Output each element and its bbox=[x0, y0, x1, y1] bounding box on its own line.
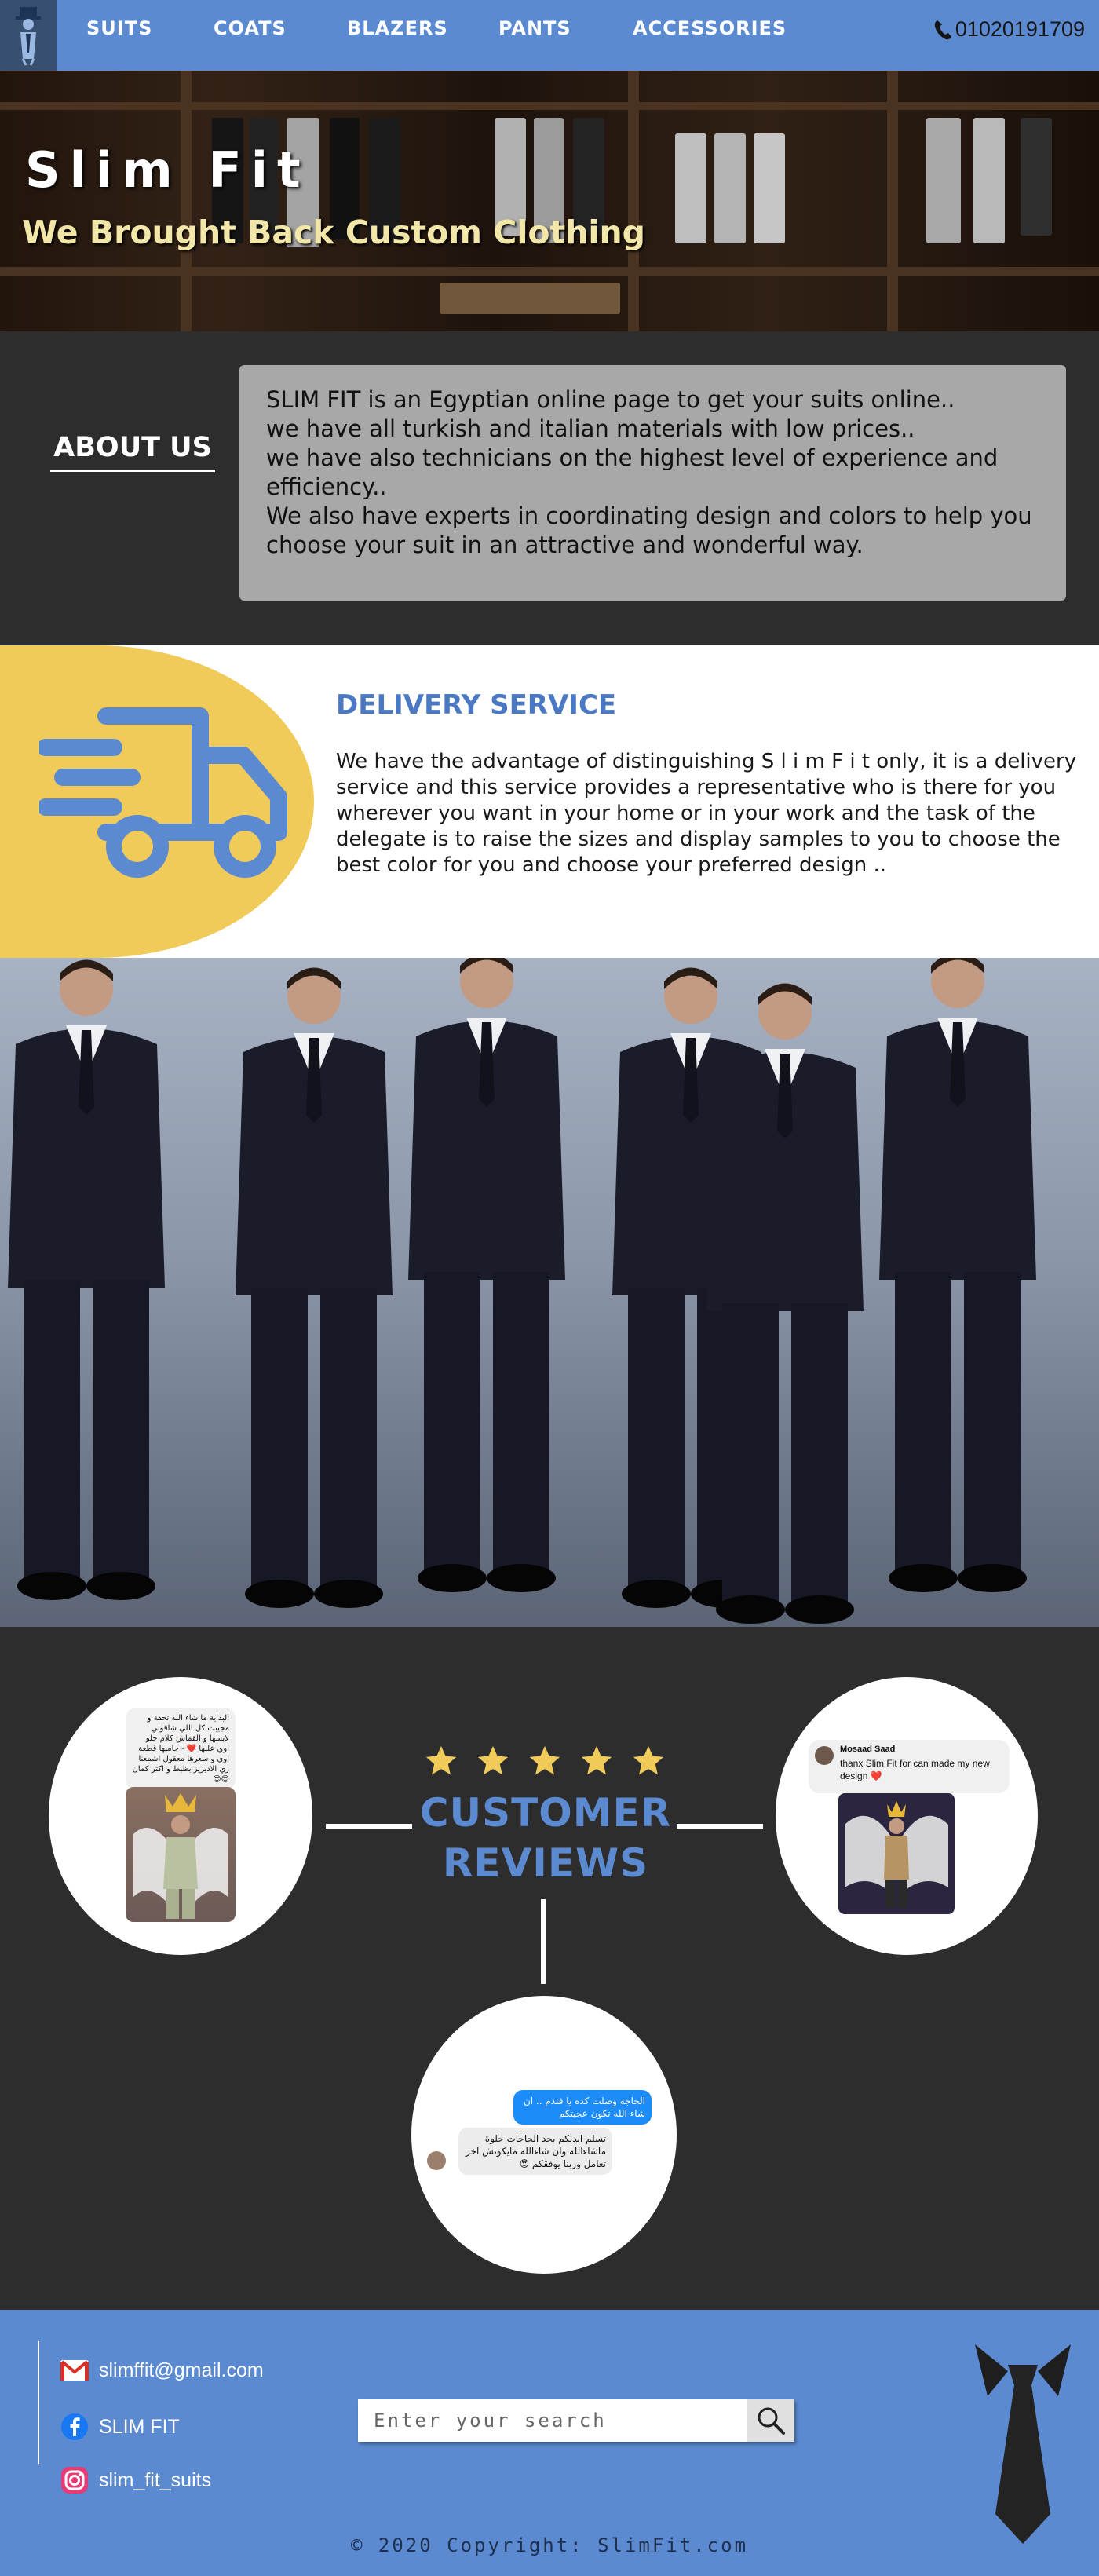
delivery-section: DELIVERY SERVICE We have the advantage o… bbox=[0, 645, 1099, 958]
star-icon bbox=[477, 1745, 509, 1775]
customer-reviews-section: CUSTOMER REVIEWS البداية ما شاء الله تحف… bbox=[0, 1627, 1099, 2310]
reviews-title: CUSTOMER REVIEWS bbox=[408, 1788, 683, 1888]
avatar bbox=[815, 1746, 834, 1765]
instagram-link[interactable]: slim_fit_suits bbox=[60, 2465, 211, 2495]
nav-coats[interactable]: COATS bbox=[214, 17, 287, 39]
star-icon bbox=[633, 1745, 664, 1775]
hero-subtitle: We Brought Back Custom Clothing bbox=[22, 214, 645, 251]
hero-title: Slim Fit bbox=[25, 141, 310, 199]
about-section: ABOUT US SLIM FIT is an Egyptian online … bbox=[0, 331, 1099, 645]
connector-line bbox=[326, 1824, 412, 1829]
truck-icon bbox=[39, 707, 287, 878]
page: SUITS COATS BLAZERS PANTS ACCESSORIES 01… bbox=[0, 0, 1099, 2576]
delivery-text: We have the advantage of distinguishing … bbox=[336, 750, 1077, 877]
copyright: © 2020 Copyright: SlimFit.com bbox=[350, 2534, 749, 2556]
connector-line bbox=[677, 1824, 763, 1829]
delivery-title: DELIVERY SERVICE bbox=[336, 689, 617, 721]
rating-stars bbox=[422, 1743, 667, 1779]
instagram-icon bbox=[60, 2465, 89, 2495]
top-navbar: SUITS COATS BLAZERS PANTS ACCESSORIES 01… bbox=[0, 0, 1099, 71]
avatar bbox=[427, 2151, 446, 2170]
models-photo bbox=[0, 958, 1099, 1627]
review-card-3[interactable]: الحاجه وصلت كده يا فندم .. ان شاء الله ت… bbox=[411, 1996, 677, 2274]
about-title: ABOUT US bbox=[50, 432, 215, 472]
review-2-name: Mosaad Saad bbox=[840, 1745, 896, 1754]
facebook-text: SLIM FIT bbox=[99, 2415, 180, 2438]
nav-blazers[interactable]: BLAZERS bbox=[347, 17, 448, 39]
star-icon bbox=[581, 1745, 612, 1775]
footer: slimffit@gmail.com SLIM FIT slim_fit_sui… bbox=[0, 2310, 1099, 2576]
facebook-link[interactable]: SLIM FIT bbox=[60, 2412, 180, 2442]
hero-banner: Slim Fit We Brought Back Custom Clothing bbox=[0, 71, 1099, 331]
nav-accessories[interactable]: ACCESSORIES bbox=[633, 17, 787, 39]
review-1-text: البداية ما شاء الله تحفة و مجيبت كل اللي… bbox=[126, 1708, 236, 1789]
review-1-photo bbox=[126, 1787, 236, 1922]
about-line: We also have experts in coordinating des… bbox=[266, 502, 1032, 558]
gmail-icon bbox=[60, 2355, 89, 2385]
nav-pants[interactable]: PANTS bbox=[498, 17, 571, 39]
facebook-icon bbox=[60, 2412, 89, 2442]
phone-icon bbox=[934, 20, 951, 39]
review-3-sent: الحاجه وصلت كده يا فندم .. ان شاء الله ت… bbox=[513, 2090, 652, 2125]
search-button[interactable] bbox=[747, 2399, 794, 2442]
instagram-text: slim_fit_suits bbox=[99, 2468, 212, 2491]
reviews-title-line: REVIEWS bbox=[442, 1840, 649, 1886]
logo-icon bbox=[16, 7, 41, 66]
review-2-photo bbox=[838, 1793, 955, 1914]
tie-icon bbox=[975, 2344, 1071, 2544]
review-card-2[interactable]: Mosaad Saad thanx Slim Fit for can made … bbox=[776, 1677, 1038, 1955]
about-line: SLIM FIT is an Egyptian online page to g… bbox=[266, 386, 955, 413]
connector-line bbox=[541, 1899, 546, 1984]
about-line: we have all turkish and italian material… bbox=[266, 415, 915, 442]
footer-divider bbox=[38, 2341, 39, 2464]
review-3-reply: تسلم ايديكم بجد الحاجات حلوة ماشاءالله و… bbox=[458, 2128, 612, 2175]
phone-contact[interactable]: 01020191709 bbox=[933, 17, 1085, 42]
review-2-bubble: Mosaad Saad thanx Slim Fit for can made … bbox=[809, 1740, 1010, 1793]
search-bar bbox=[358, 2399, 794, 2442]
star-icon bbox=[425, 1745, 457, 1775]
review-card-1[interactable]: البداية ما شاء الله تحفة و مجيبت كل اللي… bbox=[49, 1677, 312, 1955]
logo[interactable] bbox=[0, 0, 57, 71]
review-2-text: thanx Slim Fit for can made my new desig… bbox=[840, 1758, 990, 1781]
search-icon bbox=[758, 2407, 785, 2435]
about-line: we have also technicians on the highest … bbox=[266, 444, 999, 500]
phone-number: 01020191709 bbox=[955, 17, 1085, 41]
email-link[interactable]: slimffit@gmail.com bbox=[60, 2355, 264, 2385]
search-input[interactable] bbox=[358, 2399, 747, 2442]
hero-overlay bbox=[0, 71, 1099, 331]
nav-suits[interactable]: SUITS bbox=[86, 17, 152, 39]
email-text: slimffit@gmail.com bbox=[99, 2359, 264, 2381]
reviews-title-line: CUSTOMER bbox=[419, 1790, 672, 1836]
men-in-suits-illustration bbox=[8, 958, 1036, 1624]
about-text-box: SLIM FIT is an Egyptian online page to g… bbox=[239, 365, 1066, 601]
star-icon bbox=[529, 1745, 560, 1775]
